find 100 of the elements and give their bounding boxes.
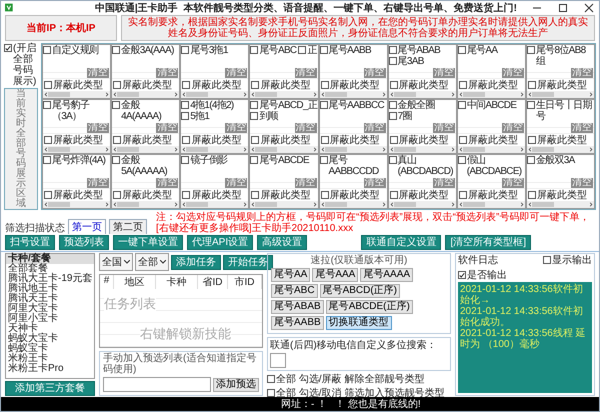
caret-icon[interactable]: [124, 260, 130, 264]
chevron-right-icon[interactable]: [312, 202, 316, 207]
chevron-right-icon[interactable]: [174, 202, 178, 207]
quick-button[interactable]: 尾号AAA: [312, 268, 358, 282]
checkbox[interactable]: [112, 101, 120, 109]
quick-button[interactable]: 切换联通类型: [326, 316, 392, 330]
quick-button[interactable]: 尾号ABCDE(正序): [326, 300, 413, 314]
checkbox[interactable]: [528, 190, 536, 198]
chevron-right-icon[interactable]: [243, 202, 248, 207]
task-button[interactable]: 添加任务: [171, 254, 221, 270]
chevron-left-icon[interactable]: [528, 92, 532, 97]
checkbox[interactable]: [526, 156, 535, 164]
checkbox[interactable]: [43, 46, 51, 54]
chevron-right-icon[interactable]: [450, 202, 455, 207]
scrollbar[interactable]: [458, 201, 525, 208]
checkbox[interactable]: [388, 46, 397, 54]
maximize-icon[interactable]: [557, 2, 569, 12]
checkbox[interactable]: [267, 389, 275, 397]
checkbox[interactable]: [112, 46, 120, 54]
scrollbar[interactable]: [181, 91, 248, 98]
checkbox[interactable]: [44, 136, 52, 144]
chevron-left-icon[interactable]: [113, 202, 118, 207]
chevron-right-icon[interactable]: [312, 92, 316, 97]
add-preselect-button[interactable]: 添加预选: [213, 378, 259, 392]
chevron-left-icon[interactable]: [390, 92, 394, 97]
checkbox[interactable]: [388, 112, 397, 120]
chevron-left-icon[interactable]: [458, 92, 463, 97]
scrollbar[interactable]: [526, 201, 594, 208]
checkbox[interactable]: [113, 136, 122, 144]
scrollbar[interactable]: [320, 91, 387, 98]
tab[interactable]: 第二页: [109, 219, 147, 234]
chevron-left-icon[interactable]: [458, 202, 463, 207]
chevron-right-icon[interactable]: [312, 147, 316, 152]
checkbox[interactable]: [112, 156, 120, 164]
checkbox[interactable]: [388, 101, 397, 109]
checkbox[interactable]: [250, 112, 258, 120]
toolbar-button[interactable]: 高级设置: [257, 235, 308, 250]
chevron-right-icon[interactable]: [174, 147, 178, 152]
chevron-right-icon[interactable]: [520, 202, 524, 207]
checkbox[interactable]: [181, 101, 190, 109]
checkbox[interactable]: [320, 190, 328, 198]
checkbox[interactable]: [390, 136, 398, 144]
number-input[interactable]: [103, 377, 211, 392]
close-icon[interactable]: [583, 2, 595, 12]
chevron-left-icon[interactable]: [44, 92, 48, 97]
checkbox[interactable]: [251, 136, 260, 144]
caret-icon[interactable]: [160, 260, 166, 264]
chevron-right-icon[interactable]: [382, 202, 386, 207]
scrollbar[interactable]: [181, 201, 248, 208]
search-field[interactable]: [270, 353, 286, 368]
quick-button[interactable]: 尾号AAAA: [360, 268, 414, 282]
chevron-left-icon[interactable]: [390, 202, 394, 207]
scrollbar[interactable]: [112, 146, 180, 153]
chevron-right-icon[interactable]: [589, 202, 593, 207]
checkbox[interactable]: [43, 101, 51, 109]
chevron-left-icon[interactable]: [251, 147, 256, 152]
scrollbar[interactable]: [250, 91, 318, 98]
checkbox[interactable]: [320, 136, 328, 144]
checkbox[interactable]: [4, 44, 12, 52]
scrollbar[interactable]: [112, 201, 180, 208]
checkbox[interactable]: [543, 256, 551, 264]
checkbox[interactable]: [181, 46, 190, 54]
dropdown[interactable]: 全国: [99, 253, 133, 271]
checkbox[interactable]: [182, 136, 190, 144]
scrollbar[interactable]: [112, 91, 180, 98]
chevron-left-icon[interactable]: [182, 92, 186, 97]
chevron-left-icon[interactable]: [251, 92, 256, 97]
checkbox[interactable]: [458, 46, 466, 54]
scrollbar[interactable]: [43, 201, 110, 208]
checkbox[interactable]: [458, 156, 466, 164]
toolbar-button[interactable]: [清空所有类型框]: [445, 235, 531, 250]
scrollbar[interactable]: [526, 146, 594, 153]
chevron-left-icon[interactable]: [390, 147, 394, 152]
checkbox[interactable]: [458, 190, 467, 198]
chevron-right-icon[interactable]: [105, 147, 110, 152]
chevron-left-icon[interactable]: [182, 147, 186, 152]
scrollbar[interactable]: [250, 146, 318, 153]
checkbox[interactable]: [320, 80, 328, 88]
toolbar-button[interactable]: 联通自定义设置: [361, 235, 442, 250]
toolbar-button[interactable]: 扫号设置: [5, 235, 55, 250]
chevron-left-icon[interactable]: [44, 202, 48, 207]
checkbox[interactable]: [182, 80, 190, 88]
checkbox[interactable]: [250, 156, 258, 164]
chevron-right-icon[interactable]: [450, 147, 455, 152]
checkbox[interactable]: [458, 136, 467, 144]
checkbox[interactable]: [298, 46, 306, 54]
toolbar-button[interactable]: 一键下单设置: [113, 235, 183, 250]
checkbox[interactable]: [182, 190, 190, 198]
chevron-right-icon[interactable]: [382, 92, 386, 97]
scrollbar[interactable]: [526, 91, 594, 98]
toolbar-button[interactable]: 预选列表: [59, 235, 109, 250]
tab[interactable]: 第一页: [68, 219, 106, 234]
checkbox[interactable]: [458, 101, 466, 109]
checkbox[interactable]: [390, 80, 398, 88]
chevron-right-icon[interactable]: [382, 147, 386, 152]
checkbox[interactable]: [390, 190, 398, 198]
checkbox[interactable]: [43, 156, 51, 164]
checkbox[interactable]: [181, 112, 190, 120]
chevron-right-icon[interactable]: [450, 92, 455, 97]
quick-button[interactable]: 尾号ABCD(正序): [320, 284, 400, 298]
